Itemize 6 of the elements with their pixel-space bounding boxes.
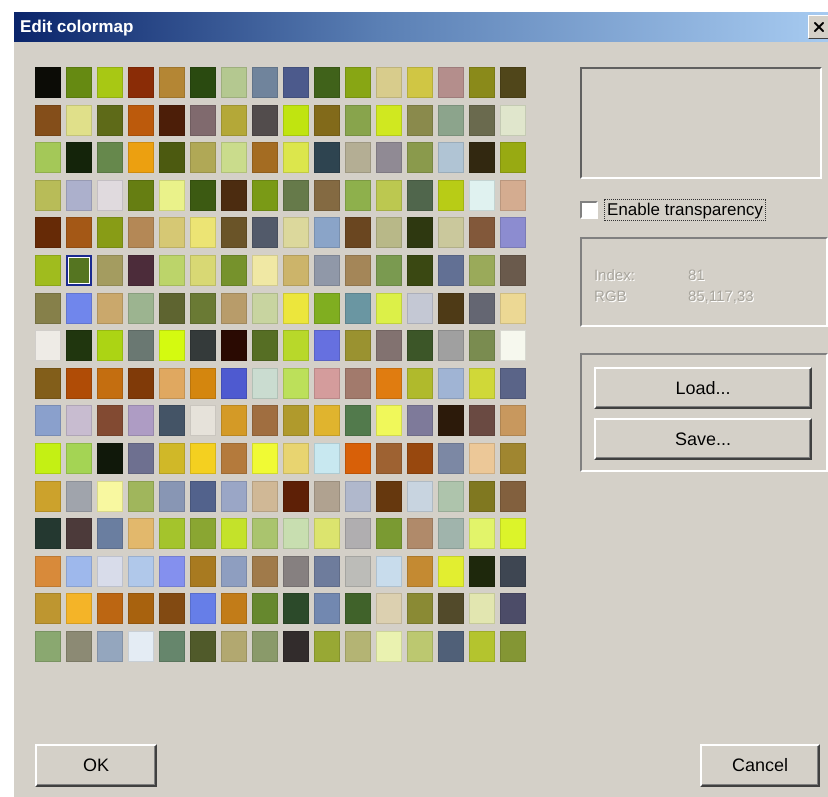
file-button[interactable]: Save...	[594, 418, 812, 460]
window-title: Edit colormap	[20, 17, 134, 37]
file-button[interactable]: Load...	[594, 367, 812, 409]
checkbox-label[interactable]: Enable transparency	[604, 199, 766, 221]
ok-button[interactable]: OK	[35, 744, 157, 787]
cancel-button[interactable]: Cancel	[700, 744, 820, 787]
